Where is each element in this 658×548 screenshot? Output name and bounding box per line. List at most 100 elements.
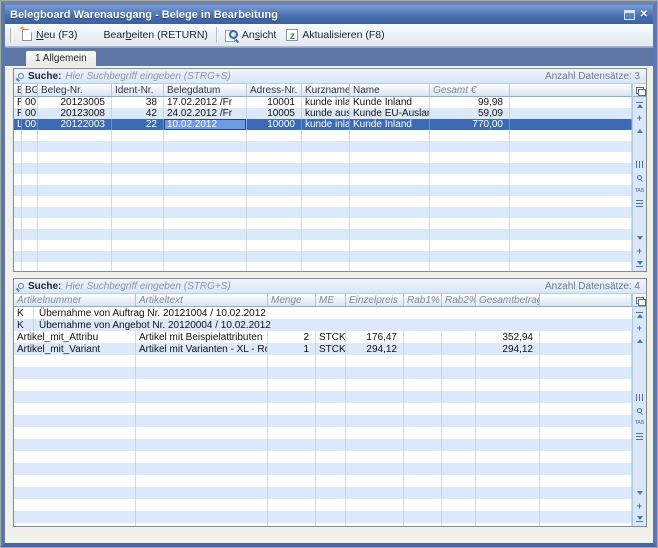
table-cell[interactable]: STCK xyxy=(316,343,346,355)
previous-record-button[interactable] xyxy=(634,126,645,135)
refresh-button[interactable]: Aktualisieren (F8) xyxy=(281,27,389,43)
column-header[interactable]: BG xyxy=(22,84,38,96)
column-header[interactable]: Rab1% xyxy=(404,294,442,306)
edit-button[interactable]: Bearbeiten (RETURN) xyxy=(82,27,212,44)
table-cell[interactable]: R xyxy=(14,108,22,119)
column-header[interactable]: Rab2% xyxy=(442,294,476,306)
table-cell[interactable]: 770,00 xyxy=(430,119,510,130)
column-header[interactable]: Ident-Nr. xyxy=(112,84,164,96)
new-button[interactable]: Neu (F3) xyxy=(17,27,82,43)
table-cell[interactable]: Kunde Inland xyxy=(350,119,430,130)
table-row[interactable]: L00201220032210.02.201210000kunde inlaKu… xyxy=(14,119,632,130)
table-cell[interactable]: Artikel mit Varianten - XL - Rot xyxy=(136,343,268,355)
column-chooser-button[interactable] xyxy=(633,294,646,307)
table-cell[interactable]: 294,12 xyxy=(346,343,404,355)
table-cell[interactable]: 1 xyxy=(268,343,316,355)
table-cell[interactable]: Artikel mit Beispielattributen xyxy=(136,331,268,343)
table-cell[interactable]: 38 xyxy=(112,97,164,108)
table-cell[interactable]: 10005 xyxy=(247,108,302,119)
table-cell[interactable]: 59,09 xyxy=(430,108,510,119)
first-record-button[interactable] xyxy=(634,310,645,319)
columns-button[interactable] xyxy=(634,393,645,402)
restore-icon[interactable] xyxy=(624,10,635,20)
table-cell[interactable]: 10.02.2012 xyxy=(164,119,247,130)
column-header[interactable]: ME xyxy=(316,294,346,306)
table-cell[interactable]: 176,47 xyxy=(346,331,404,343)
table-cell[interactable]: 42 xyxy=(112,108,164,119)
search-input[interactable]: Hier Suchbegriff eingeben (STRG+S) xyxy=(65,281,541,292)
table-row[interactable]: R00201230084224.02.2012 /Fr10005kunde au… xyxy=(14,108,632,119)
column-header[interactable]: Artikeltext xyxy=(136,294,268,306)
first-record-button[interactable] xyxy=(634,100,645,109)
tab-allgemein[interactable]: 1 Allgemein xyxy=(25,50,97,66)
table-cell[interactable]: STCK xyxy=(316,331,346,343)
table-cell[interactable]: 24.02.2012 /Fr xyxy=(164,108,247,119)
table-cell[interactable]: 20123008 xyxy=(38,108,112,119)
column-header[interactable]: B xyxy=(14,84,22,96)
insert-record-button[interactable]: + xyxy=(634,113,645,122)
table-cell[interactable] xyxy=(442,343,476,355)
table-cell[interactable]: 99,98 xyxy=(430,97,510,108)
column-header[interactable]: Artikelnummer xyxy=(14,294,136,306)
table-row[interactable]: KÜbernahme von Auftrag Nr. 20121004 / 10… xyxy=(14,307,632,319)
view-button[interactable]: Ansicht xyxy=(220,27,281,44)
previous-record-button[interactable] xyxy=(634,336,645,345)
close-icon[interactable]: ✕ xyxy=(640,10,648,20)
table-cell[interactable] xyxy=(510,108,632,119)
table-cell[interactable]: 2 xyxy=(268,331,316,343)
column-header[interactable]: Menge xyxy=(268,294,316,306)
table-cell[interactable]: Kunde EU-Ausland xyxy=(350,108,430,119)
table-cell[interactable] xyxy=(510,119,632,130)
last-record-button[interactable] xyxy=(634,259,645,268)
tab-tool-button[interactable]: TAB xyxy=(634,186,645,195)
table-cell[interactable]: 20122003 xyxy=(38,119,112,130)
column-header[interactable]: Beleg-Nr. xyxy=(38,84,112,96)
table-row[interactable]: KÜbernahme von Angebot Nr. 20120004 / 10… xyxy=(14,319,632,331)
table-cell[interactable]: 352,94 xyxy=(476,331,540,343)
column-header[interactable]: Belegdatum xyxy=(164,84,247,96)
last-record-button[interactable] xyxy=(634,514,645,523)
filter-tool-button[interactable] xyxy=(634,199,645,208)
table-cell[interactable]: 00 xyxy=(22,108,38,119)
table-cell[interactable]: kunde ausl xyxy=(302,108,350,119)
table-cell[interactable]: 00 xyxy=(22,97,38,108)
table-cell[interactable] xyxy=(510,97,632,108)
column-header[interactable]: Adress-Nr. xyxy=(247,84,302,96)
table-cell[interactable] xyxy=(540,343,632,355)
column-header[interactable]: Gesamt € xyxy=(430,84,510,96)
table-cell[interactable]: 10000 xyxy=(247,119,302,130)
table-cell[interactable]: R xyxy=(14,97,22,108)
table-cell[interactable] xyxy=(404,331,442,343)
search-tool-button[interactable] xyxy=(634,406,645,415)
filter-tool-button[interactable] xyxy=(634,432,645,441)
table-cell[interactable]: kunde inla xyxy=(302,119,350,130)
table-cell[interactable]: 10001 xyxy=(247,97,302,108)
tab-tool-button[interactable]: TAB xyxy=(634,419,645,428)
column-chooser-button[interactable] xyxy=(633,84,646,97)
table-cell[interactable]: Artikel_mit_Variant xyxy=(14,343,136,355)
table-cell[interactable]: 00 xyxy=(22,119,38,130)
search-input[interactable]: Hier Suchbegriff eingeben (STRG+S) xyxy=(65,71,541,82)
table-cell[interactable]: kunde inla xyxy=(302,97,350,108)
table-row[interactable]: R00201230053817.02.2012 /Fr10001kunde in… xyxy=(14,97,632,108)
table-cell[interactable]: Kunde Inland xyxy=(350,97,430,108)
table-row[interactable]: Artikel_mit_VariantArtikel mit Varianten… xyxy=(14,343,632,355)
search-tool-button[interactable] xyxy=(634,173,645,182)
table-cell[interactable]: 22 xyxy=(112,119,164,130)
table-row[interactable]: Artikel_mit_AttribuArtikel mit Beispiela… xyxy=(14,331,632,343)
append-record-button[interactable]: + xyxy=(634,246,645,255)
column-header[interactable]: Einzelpreis xyxy=(346,294,404,306)
table-cell[interactable]: 294,12 xyxy=(476,343,540,355)
column-header[interactable]: Name xyxy=(350,84,430,96)
insert-record-button[interactable]: + xyxy=(634,323,645,332)
table-cell[interactable]: 17.02.2012 /Fr xyxy=(164,97,247,108)
next-record-button[interactable] xyxy=(634,488,645,497)
column-header[interactable]: Kurzname xyxy=(302,84,350,96)
table-cell[interactable]: 20123005 xyxy=(38,97,112,108)
table-cell[interactable]: L xyxy=(14,119,22,130)
table-cell[interactable] xyxy=(404,343,442,355)
table-cell[interactable]: Artikel_mit_Attribu xyxy=(14,331,136,343)
columns-button[interactable] xyxy=(634,160,645,169)
column-header[interactable]: Gesamtbetrag xyxy=(476,294,540,306)
table-cell[interactable] xyxy=(540,331,632,343)
